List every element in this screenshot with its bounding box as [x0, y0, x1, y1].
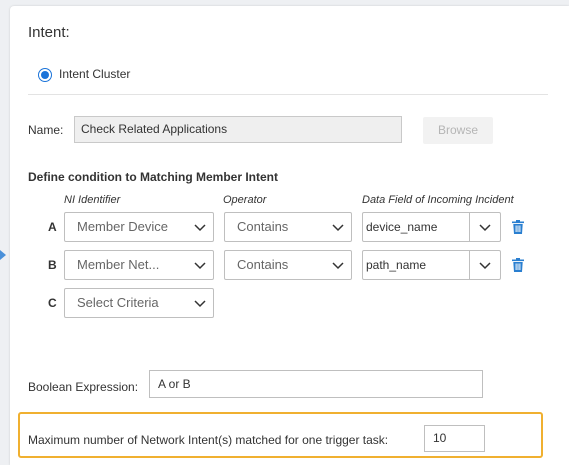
ni-identifier-select-a[interactable]: Member Device	[64, 212, 214, 242]
boolean-expression-label: Boolean Expression:	[28, 380, 139, 394]
chevron-down-icon	[332, 224, 344, 232]
ni-identifier-value-b: Member Net...	[77, 257, 160, 272]
chevron-down-icon	[194, 224, 206, 232]
chevron-down-icon	[194, 300, 206, 308]
data-field-select-b[interactable]: path_name	[362, 250, 501, 280]
chevron-down-icon	[194, 262, 206, 270]
row-label-a: A	[48, 220, 57, 234]
ni-identifier-value-a: Member Device	[77, 219, 169, 234]
operator-value-b: Contains	[237, 257, 289, 272]
intent-panel: Intent: Intent Cluster Name: Check Relat…	[10, 6, 569, 465]
operator-select-b[interactable]: Contains	[224, 250, 352, 280]
select-divider	[469, 213, 470, 241]
delete-row-b-icon[interactable]	[512, 258, 524, 272]
row-label-c: C	[48, 296, 57, 310]
chevron-down-icon	[332, 262, 344, 270]
operator-header: Operator	[223, 194, 267, 206]
operator-value-a: Contains	[237, 219, 289, 234]
name-input[interactable]: Check Related Applications	[74, 116, 402, 143]
ni-identifier-value-c: Select Criteria	[77, 295, 159, 310]
data-field-value-b: path_name	[366, 258, 427, 272]
boolean-expression-input[interactable]: A or B	[149, 370, 483, 398]
intent-title: Intent:	[28, 24, 70, 41]
ni-identifier-select-c[interactable]: Select Criteria	[64, 288, 214, 318]
select-divider	[469, 251, 470, 279]
data-field-select-a[interactable]: device_name	[362, 212, 501, 242]
browse-button[interactable]: Browse	[423, 117, 493, 144]
divider	[28, 94, 548, 95]
ni-identifier-header: NI Identifier	[64, 194, 121, 206]
conditions-heading: Define condition to Matching Member Inte…	[28, 170, 278, 184]
ni-identifier-select-b[interactable]: Member Net...	[64, 250, 214, 280]
chevron-down-icon	[479, 262, 491, 270]
intent-cluster-radio[interactable]	[38, 68, 52, 82]
delete-row-a-icon[interactable]	[512, 220, 524, 234]
operator-select-a[interactable]: Contains	[224, 212, 352, 242]
max-intents-label: Maximum number of Network Intent(s) matc…	[28, 433, 389, 447]
max-intents-input[interactable]: 10	[424, 425, 485, 452]
data-field-value-a: device_name	[366, 220, 438, 234]
name-label: Name:	[28, 123, 64, 137]
intent-cluster-label[interactable]: Intent Cluster	[59, 67, 130, 81]
panel-edge-arrow-icon	[0, 250, 6, 260]
data-field-header: Data Field of Incoming Incident	[362, 194, 514, 206]
chevron-down-icon	[479, 224, 491, 232]
row-label-b: B	[48, 258, 57, 272]
